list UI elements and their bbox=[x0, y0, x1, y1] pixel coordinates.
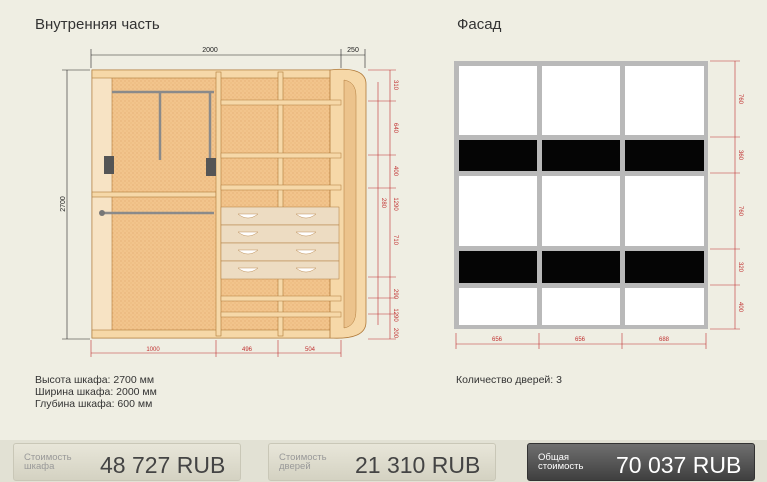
interior-right-dim-6: 290 bbox=[392, 289, 398, 300]
facade-panel-white bbox=[625, 66, 704, 135]
facade-panel-black bbox=[459, 251, 537, 283]
interior-width-label: 2000 bbox=[202, 47, 218, 54]
facade-panel-white bbox=[542, 288, 620, 325]
facade-panel-white bbox=[542, 176, 620, 246]
interior-bottom-dim-3: 504 bbox=[305, 347, 316, 353]
facade-right-dim-1: 760 bbox=[737, 94, 743, 105]
facade-bottom-dim-2: 656 bbox=[575, 337, 586, 343]
interior-side-label: 250 bbox=[347, 47, 359, 54]
interior-right-dim-8: 200 bbox=[392, 328, 398, 339]
facade-panel-black bbox=[542, 251, 620, 283]
total-price: Общая стоимость 70 037 RUB bbox=[527, 443, 755, 481]
facade-panel-white bbox=[625, 288, 704, 325]
facade-panel-black bbox=[459, 140, 537, 171]
facade-right-dim-3: 760 bbox=[737, 206, 743, 217]
facade-panel-white bbox=[459, 66, 537, 135]
interior-right-dim-7: 1290 bbox=[392, 308, 398, 322]
interior-height-label: 2700 bbox=[60, 196, 67, 212]
interior-right-dim-3: 400 bbox=[392, 166, 398, 177]
facade-panel-white bbox=[542, 66, 620, 135]
doors-count: Количество дверей: 3 bbox=[456, 374, 562, 386]
interior-right-dim-2: 640 bbox=[392, 123, 398, 134]
facade-right-dim-2: 360 bbox=[737, 150, 743, 161]
facade-bottom-dim-3: 688 bbox=[659, 337, 670, 343]
facade-panel-black bbox=[542, 140, 620, 171]
interior-right-dim-1: 310 bbox=[392, 80, 398, 91]
total-price-value: 70 037 RUB bbox=[616, 452, 742, 478]
facade-bottom-dim-1: 656 bbox=[492, 337, 503, 343]
interior-bottom-dim-1: 1000 bbox=[146, 347, 160, 353]
cabinet-price-value: 48 727 RUB bbox=[100, 452, 226, 478]
facade-right-dim-4: 320 bbox=[737, 262, 743, 273]
interior-right-dim-5: 710 bbox=[392, 235, 398, 246]
facade-panel-black bbox=[625, 251, 704, 283]
doors-price-label: Стоимость дверей bbox=[279, 452, 327, 472]
facade-panel-white bbox=[459, 288, 537, 325]
doors-price: Стоимость дверей 21 310 RUB bbox=[268, 443, 496, 481]
facade-right-dim-5: 400 bbox=[737, 302, 743, 313]
spec-width: Ширина шкафа: 2000 мм bbox=[35, 386, 157, 398]
facade-panel-white bbox=[459, 176, 537, 246]
facade-panel-white bbox=[625, 176, 704, 246]
interior-bottom-dim-2: 496 bbox=[242, 347, 253, 353]
cabinet-specs: Высота шкафа: 2700 мм Ширина шкафа: 2000… bbox=[35, 374, 157, 410]
facade-panel-black bbox=[625, 140, 704, 171]
total-price-label: Общая стоимость bbox=[538, 452, 584, 472]
interior-drawing: 2000 250 2700 1000 496 504 310 640 400 1… bbox=[60, 45, 398, 357]
spec-height: Высота шкафа: 2700 мм bbox=[35, 374, 155, 386]
interior-right-dim-4: 1290 bbox=[392, 197, 398, 211]
spec-depth: Глубина шкафа: 600 мм bbox=[35, 398, 153, 410]
interior-right-small: 280 bbox=[380, 198, 386, 209]
cabinet-price-label: Стоимость шкафа bbox=[24, 452, 72, 472]
doors-price-value: 21 310 RUB bbox=[355, 452, 481, 478]
facade-drawing: 656 656 688 760 360 760 320 400 bbox=[454, 60, 743, 349]
cabinet-price: Стоимость шкафа 48 727 RUB bbox=[13, 443, 241, 481]
